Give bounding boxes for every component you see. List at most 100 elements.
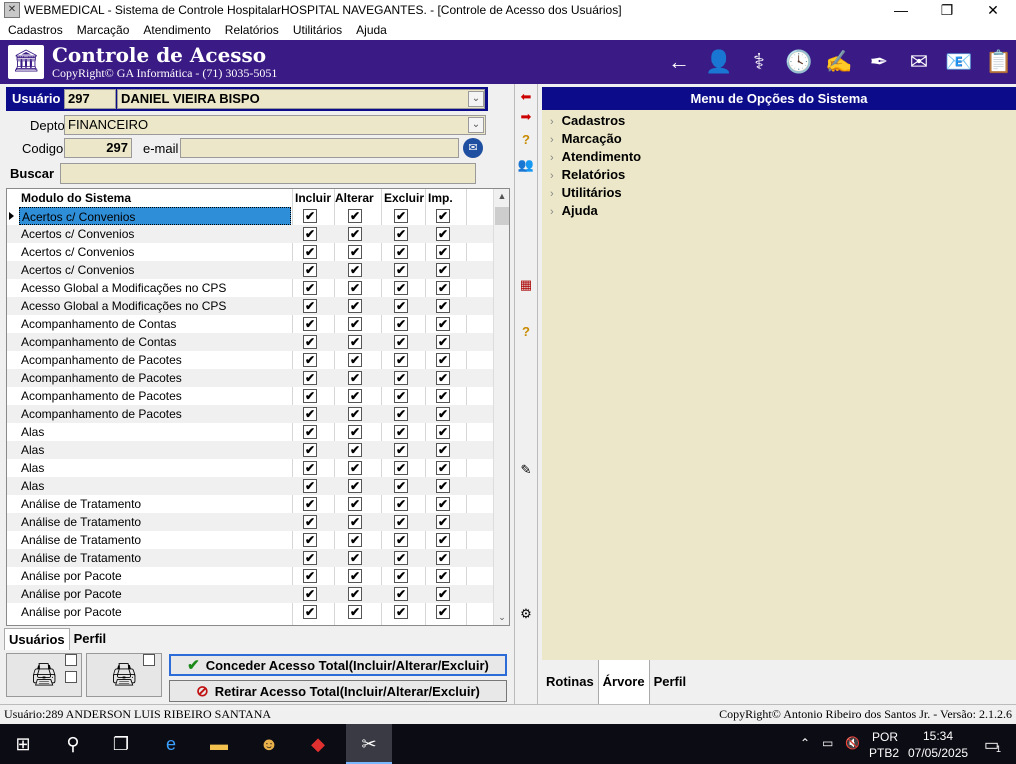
imp-checkbox[interactable]: ✔: [436, 605, 450, 619]
usuario-name-select[interactable]: DANIEL VIEIRA BISPO: [117, 89, 485, 109]
table-row[interactable]: Alas ✔ ✔ ✔ ✔: [7, 477, 493, 495]
module-name[interactable]: Análise por Pacote: [19, 603, 291, 621]
tree-item-relatorios[interactable]: › Relatórios: [550, 167, 625, 182]
module-name[interactable]: Acertos c/ Convenios: [19, 225, 291, 243]
tab-perfil-right[interactable]: Perfil: [650, 660, 691, 704]
imp-checkbox[interactable]: ✔: [436, 281, 450, 295]
module-name[interactable]: Alas: [19, 477, 291, 495]
tab-arvore[interactable]: Árvore: [597, 660, 650, 704]
table-row[interactable]: Alas ✔ ✔ ✔ ✔: [7, 459, 493, 477]
alterar-checkbox[interactable]: ✔: [348, 443, 362, 457]
incluir-checkbox[interactable]: ✔: [303, 587, 317, 601]
excluir-checkbox[interactable]: ✔: [394, 299, 408, 313]
alterar-checkbox[interactable]: ✔: [348, 389, 362, 403]
language-bottom[interactable]: PTB2: [869, 746, 899, 760]
clock-date[interactable]: 07/05/2025: [908, 746, 968, 760]
alterar-checkbox[interactable]: ✔: [348, 515, 362, 529]
imp-checkbox[interactable]: ✔: [436, 299, 450, 313]
menu-atendimento[interactable]: Atendimento: [135, 23, 216, 37]
excluir-checkbox[interactable]: ✔: [394, 533, 408, 547]
chevron-right-icon[interactable]: ›: [550, 170, 554, 182]
imp-checkbox[interactable]: ✔: [436, 551, 450, 565]
alterar-checkbox[interactable]: ✔: [348, 479, 362, 493]
incluir-checkbox[interactable]: ✔: [303, 425, 317, 439]
alterar-checkbox[interactable]: ✔: [348, 299, 362, 313]
print-option-checkbox-3[interactable]: [143, 654, 155, 666]
incluir-checkbox[interactable]: ✔: [303, 407, 317, 421]
module-name[interactable]: Acesso Global a Modificações no CPS: [19, 279, 291, 297]
table-row[interactable]: Acompanhamento de Pacotes ✔ ✔ ✔ ✔: [7, 387, 493, 405]
incluir-checkbox[interactable]: ✔: [303, 281, 317, 295]
module-name[interactable]: Acompanhamento de Contas: [19, 333, 291, 351]
incluir-checkbox[interactable]: ✔: [303, 569, 317, 583]
excluir-checkbox[interactable]: ✔: [394, 335, 408, 349]
signature-icon[interactable]: ✒: [862, 45, 896, 79]
table-row[interactable]: Análise por Pacote ✔ ✔ ✔ ✔: [7, 585, 493, 603]
module-name[interactable]: Acertos c/ Convenios: [19, 261, 291, 279]
excluir-checkbox[interactable]: ✔: [394, 371, 408, 385]
alterar-checkbox[interactable]: ✔: [348, 587, 362, 601]
usuario-code-field[interactable]: 297: [64, 89, 116, 109]
excluir-checkbox[interactable]: ✔: [394, 569, 408, 583]
table-row[interactable]: Alas ✔ ✔ ✔ ✔: [7, 441, 493, 459]
send-email-icon[interactable]: ✉: [463, 138, 483, 158]
excluir-checkbox[interactable]: ✔: [394, 443, 408, 457]
edit-brush-icon[interactable]: ✎: [517, 462, 535, 478]
module-name[interactable]: Alas: [19, 423, 291, 441]
print-option-checkbox-2[interactable]: [65, 671, 77, 683]
depto-dropdown-chevron-icon[interactable]: ⌄: [468, 117, 484, 133]
internet-explorer-icon[interactable]: e: [158, 732, 184, 756]
menu-utilitarios[interactable]: Utilitários: [285, 23, 348, 37]
calendar-icon[interactable]: ▦: [517, 277, 535, 293]
report-icon[interactable]: 📋: [982, 45, 1016, 79]
header-imp[interactable]: Imp.: [428, 189, 453, 207]
tree-item-atendimento[interactable]: › Atendimento: [550, 149, 641, 164]
incluir-checkbox[interactable]: ✔: [303, 317, 317, 331]
clock-icon[interactable]: 🕓: [782, 45, 816, 79]
module-name[interactable]: Acompanhamento de Pacotes: [19, 369, 291, 387]
table-row[interactable]: Análise de Tratamento ✔ ✔ ✔ ✔: [7, 513, 493, 531]
grid-scrollbar[interactable]: ▲ ⌄: [493, 189, 509, 625]
grant-full-access-button[interactable]: ✔ Conceder Acesso Total(Incluir/Alterar/…: [169, 654, 507, 676]
revoke-full-access-button[interactable]: ⊘ Retirar Acesso Total(Incluir/Alterar/E…: [169, 680, 507, 702]
codigo-field[interactable]: 297: [64, 138, 132, 158]
incluir-checkbox[interactable]: ✔: [303, 461, 317, 475]
incluir-checkbox[interactable]: ✔: [303, 533, 317, 547]
header-alterar[interactable]: Alterar: [335, 189, 374, 207]
excluir-checkbox[interactable]: ✔: [394, 281, 408, 295]
imp-checkbox[interactable]: ✔: [436, 461, 450, 475]
close-button[interactable]: ✕: [970, 0, 1016, 20]
depto-select[interactable]: FINANCEIRO: [64, 115, 486, 135]
usuario-dropdown-chevron-icon[interactable]: ⌄: [468, 91, 484, 107]
language-top[interactable]: POR: [872, 730, 898, 744]
module-name[interactable]: Acompanhamento de Pacotes: [19, 351, 291, 369]
app-red-icon[interactable]: ◆: [305, 732, 331, 756]
module-name[interactable]: Análise de Tratamento: [19, 531, 291, 549]
search-icon[interactable]: ⚲: [60, 732, 86, 756]
menu-cadastros[interactable]: Cadastros: [0, 23, 69, 37]
imp-checkbox[interactable]: ✔: [436, 443, 450, 457]
alterar-checkbox[interactable]: ✔: [348, 371, 362, 385]
search-input[interactable]: [60, 163, 476, 184]
imp-checkbox[interactable]: ✔: [436, 317, 450, 331]
table-row[interactable]: Análise de Tratamento ✔ ✔ ✔ ✔: [7, 531, 493, 549]
imp-checkbox[interactable]: ✔: [436, 497, 450, 511]
email-icon[interactable]: 📧: [942, 45, 976, 79]
incluir-checkbox[interactable]: ✔: [303, 497, 317, 511]
webmedical-taskbar-icon[interactable]: ✂: [356, 732, 382, 756]
chevron-right-icon[interactable]: ›: [550, 188, 554, 200]
tab-usuarios[interactable]: Usuários: [4, 628, 70, 650]
arrow-left-icon[interactable]: ⬅: [517, 89, 535, 105]
alterar-checkbox[interactable]: ✔: [348, 317, 362, 331]
table-row[interactable]: Acertos c/ Convenios ✔ ✔ ✔ ✔: [7, 207, 493, 225]
imp-checkbox[interactable]: ✔: [436, 533, 450, 547]
incluir-checkbox[interactable]: ✔: [303, 389, 317, 403]
excluir-checkbox[interactable]: ✔: [394, 515, 408, 529]
imp-checkbox[interactable]: ✔: [436, 227, 450, 241]
menu-marcacao[interactable]: Marcação: [69, 23, 136, 37]
incluir-checkbox[interactable]: ✔: [303, 515, 317, 529]
module-name[interactable]: Acesso Global a Modificações no CPS: [19, 297, 291, 315]
imp-checkbox[interactable]: ✔: [436, 569, 450, 583]
excluir-checkbox[interactable]: ✔: [394, 209, 408, 223]
module-name[interactable]: Análise de Tratamento: [19, 495, 291, 513]
